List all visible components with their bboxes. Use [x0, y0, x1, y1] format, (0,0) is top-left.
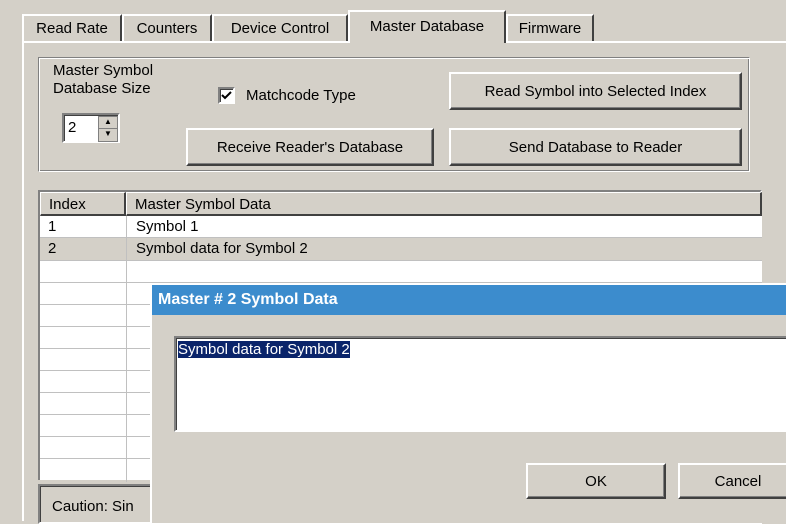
database-size-label-line1: Master Symbol [53, 62, 154, 79]
database-size-label: Master Symbol Database Size [53, 62, 153, 98]
row-data: Symbol data for Symbol 2 [136, 240, 308, 257]
matchcode-checkbox[interactable] [218, 87, 235, 104]
matchcode-label: Matchcode Type [246, 87, 356, 104]
database-size-spinner[interactable]: 2 ▲ ▼ [62, 113, 120, 143]
dialog-title: Master # 2 Symbol Data [152, 285, 786, 315]
table-row-selected[interactable]: 2 Symbol data for Symbol 2 [40, 238, 762, 260]
grid-line [126, 216, 127, 482]
caution-text: Caution: Sin [52, 498, 134, 515]
grid-line [40, 260, 762, 261]
database-size-label-line2: Database Size [53, 80, 151, 97]
column-header-data[interactable]: Master Symbol Data [126, 192, 762, 216]
checkmark-icon [221, 91, 232, 100]
grid-line [40, 237, 762, 238]
tab-master-database[interactable]: Master Database [348, 10, 506, 43]
tab-device-control[interactable]: Device Control [212, 14, 348, 41]
row-index: 1 [48, 218, 57, 235]
ok-button[interactable]: OK [526, 463, 666, 499]
row-data: Symbol 1 [136, 218, 199, 235]
tab-counters[interactable]: Counters [122, 14, 212, 41]
symbol-data-textarea[interactable]: Symbol data for Symbol 2 [174, 336, 786, 432]
send-database-button[interactable]: Send Database to Reader [449, 128, 742, 166]
read-symbol-button[interactable]: Read Symbol into Selected Index [449, 72, 742, 110]
panel-left-edge [22, 41, 24, 521]
column-header-index[interactable]: Index [40, 192, 126, 216]
cancel-button[interactable]: Cancel [678, 463, 786, 499]
symbol-data-text[interactable]: Symbol data for Symbol 2 [178, 341, 350, 358]
receive-database-button[interactable]: Receive Reader's Database [186, 128, 434, 166]
database-size-value[interactable]: 2 [68, 119, 76, 136]
tab-read-rate[interactable]: Read Rate [22, 14, 122, 41]
row-index: 2 [48, 240, 57, 257]
spin-down-icon[interactable]: ▼ [98, 128, 118, 142]
symbol-data-dialog: Master # 2 Symbol Data Symbol data for S… [150, 283, 786, 523]
table-row[interactable]: 1 Symbol 1 [40, 216, 762, 238]
tab-firmware[interactable]: Firmware [506, 14, 594, 41]
